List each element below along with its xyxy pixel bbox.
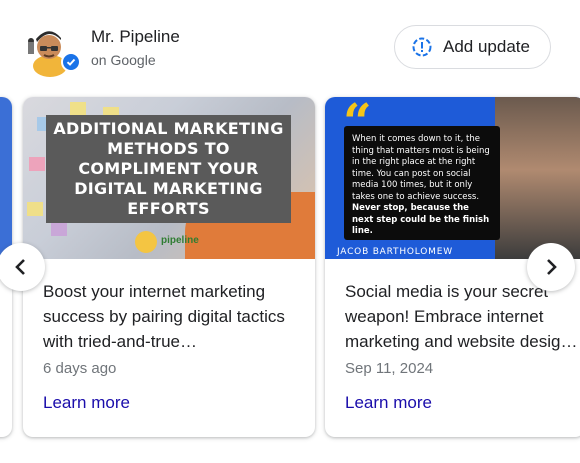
person-photo bbox=[495, 97, 580, 259]
chevron-right-icon bbox=[541, 257, 561, 277]
learn-more-link[interactable]: Learn more bbox=[43, 393, 130, 413]
alert-circle-icon bbox=[411, 36, 433, 58]
quote-box: When it comes down to it, the thing that… bbox=[344, 126, 500, 240]
verified-badge-icon bbox=[61, 52, 81, 72]
post-date: 6 days ago bbox=[43, 360, 117, 377]
post-card[interactable]: ADDITIONAL MARKETING METHODS TO COMPLIME… bbox=[23, 97, 315, 437]
post-text: Boost your internet marketing success by… bbox=[43, 282, 285, 351]
post-image[interactable]: “ When it comes down to it, the thing th… bbox=[325, 97, 580, 259]
learn-more-link[interactable]: Learn more bbox=[345, 393, 432, 413]
quote-author: JACOB BARTHOLOMEW bbox=[337, 247, 453, 257]
post-image-headline: ADDITIONAL MARKETING METHODS TO COMPLIME… bbox=[46, 115, 291, 223]
add-update-label: Add update bbox=[443, 37, 530, 56]
pipeline-logo-icon bbox=[135, 231, 157, 253]
post-date: Sep 11, 2024 bbox=[345, 360, 434, 377]
business-name[interactable]: Mr. Pipeline bbox=[91, 27, 180, 47]
business-source: on Google bbox=[91, 52, 156, 68]
chevron-left-icon bbox=[11, 257, 31, 277]
carousel-next-button[interactable] bbox=[527, 243, 575, 291]
add-update-button[interactable]: Add update bbox=[394, 25, 551, 69]
pipeline-logo-text: pipeline bbox=[161, 235, 199, 246]
post-image[interactable]: ADDITIONAL MARKETING METHODS TO COMPLIME… bbox=[23, 97, 315, 259]
